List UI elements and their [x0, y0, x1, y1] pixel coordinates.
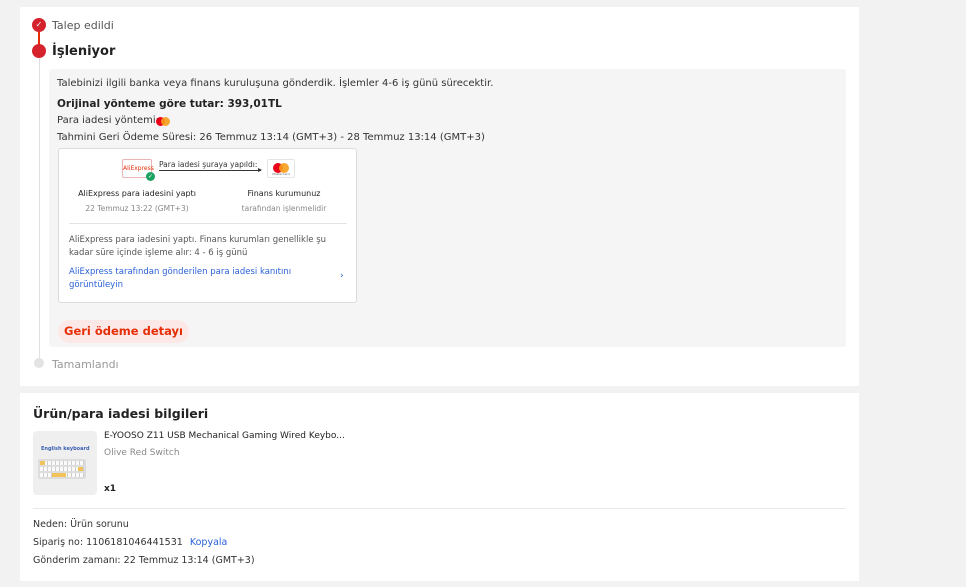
checkmark-icon: ✓ [32, 18, 46, 32]
mastercard-logo: MasterCard [267, 159, 295, 178]
refund-flow-box: AliExpress ✓ Para iadesi şuraya yapıldı:… [58, 148, 357, 303]
refund-amount-label: Orijinal yönteme göre tutar: [57, 98, 224, 110]
refund-status-card: ✓ Talep edildi İşleniyor Tamamlandı Tale… [20, 7, 859, 386]
refund-detail-button[interactable]: Geri ödeme detayı [58, 320, 189, 343]
refund-dest-title: Finans kurumunuz [247, 189, 321, 198]
refund-source-title: AliExpress para iadesini yaptı [78, 189, 196, 198]
order-number-value: 1106181046441531 [86, 537, 183, 548]
product-info-card: Ürün/para iadesi bilgileri English keybo… [20, 393, 859, 581]
product-image[interactable]: English keyboard [33, 431, 97, 495]
product-variant: Olive Red Switch [104, 448, 180, 458]
timeline-pending-dot [34, 358, 44, 368]
keyboard-icon [38, 459, 86, 479]
refund-eta-value: 26 Temmuz 13:14 (GMT+3) - 28 Temmuz 13:1… [199, 132, 485, 143]
refund-processing-note: AliExpress para iadesini yaptı. Finans k… [69, 235, 327, 258]
product-quantity: x1 [104, 484, 117, 494]
refund-proof-link[interactable]: AliExpress tarafından gönderilen para ia… [69, 266, 319, 292]
refund-flow-label: Para iadesi şuraya yapıldı: [159, 160, 258, 169]
refund-source-time: 22 Temmuz 13:22 (GMT+3) [85, 204, 189, 213]
product-name[interactable]: E-YOOSO Z11 USB Mechanical Gaming Wired … [104, 431, 345, 441]
refund-amount-value: 393,01TL [227, 98, 282, 110]
chevron-right-icon[interactable]: › [340, 271, 344, 281]
mastercard-caption: MasterCard [272, 172, 290, 176]
timeline-track [39, 27, 40, 367]
refund-eta-label: Tahmini Geri Ödeme Süresi: [57, 132, 197, 143]
order-number-row: Sipariş no: 1106181046441531 Kopyala [33, 537, 227, 548]
timeline-active-dot [32, 44, 46, 58]
sent-time-row: Gönderim zamanı: 22 Temmuz 13:14 (GMT+3) [33, 555, 255, 566]
reason-row: Neden: Ürün sorunu [33, 519, 129, 530]
mastercard-icon [156, 117, 170, 126]
divider [69, 223, 347, 224]
refund-info-box: Talebinizi ilgili banka veya finans kuru… [49, 69, 846, 347]
reason-value: Ürün sorunu [70, 519, 129, 530]
refund-dest-status: tarafından işlenmelidir [241, 204, 327, 213]
refund-method-label: Para iadesi yöntemi: [57, 115, 160, 126]
step-requested: Talep edildi [52, 19, 114, 32]
refund-amount-row: Orijinal yönteme göre tutar: 393,01TL [57, 98, 282, 110]
sent-time-value: 22 Temmuz 13:14 (GMT+3) [123, 555, 255, 566]
refund-intro-text: Talebinizi ilgili banka veya finans kuru… [57, 78, 494, 89]
refund-eta-row: Tahmini Geri Ödeme Süresi: 26 Temmuz 13:… [57, 132, 485, 143]
divider [33, 508, 846, 509]
product-image-caption: English keyboard [41, 446, 90, 452]
refund-dest-column: Finans kurumunuz tarafından işlenmelidir [214, 189, 354, 213]
step-processing: İşleniyor [52, 44, 116, 59]
refund-source-column: AliExpress para iadesini yaptı 22 Temmuz… [67, 189, 207, 213]
reason-label: Neden: [33, 519, 68, 530]
copy-order-button[interactable]: Kopyala [190, 537, 228, 548]
arrow-right-icon [159, 168, 262, 172]
sent-time-label: Gönderim zamanı: [33, 555, 121, 566]
section-title: Ürün/para iadesi bilgileri [33, 406, 209, 421]
order-number-label: Sipariş no: [33, 537, 84, 548]
refund-method-row: Para iadesi yöntemi: [57, 115, 159, 126]
verified-check-icon: ✓ [146, 172, 155, 181]
step-completed: Tamamlandı [52, 358, 119, 371]
